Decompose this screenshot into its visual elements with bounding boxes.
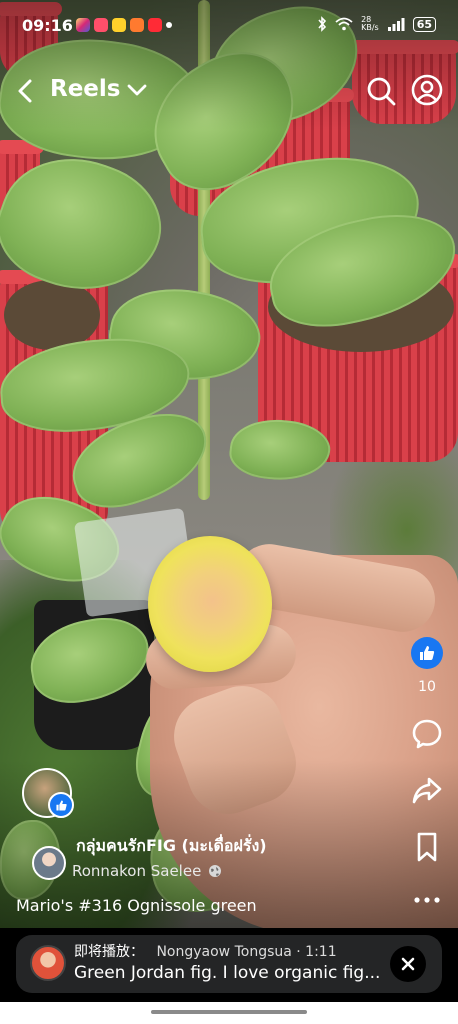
author-name[interactable]: Ronnakon Saelee <box>72 862 201 880</box>
search-icon[interactable] <box>366 76 396 106</box>
app-notification-icon <box>94 18 108 32</box>
like-count: 10 <box>418 679 436 695</box>
group-name[interactable]: กลุ่มคนรักFIG (มะเดื่อฝรั่ง) <box>76 834 267 859</box>
back-arrow-icon[interactable] <box>14 78 38 104</box>
notification-icons <box>76 18 172 32</box>
status-bar: 09:16 28 KB/s 65 <box>0 12 458 40</box>
up-next-meta: 即将播放： Nongyaow Tongsua · 1:11 <box>74 941 337 961</box>
post-caption[interactable]: Mario's #316 Ognissole green <box>16 896 257 915</box>
bookmark-icon[interactable] <box>411 831 443 863</box>
save-action[interactable] <box>404 831 450 863</box>
more-action[interactable] <box>404 884 450 916</box>
up-next-author: Nongyaow Tongsua <box>156 944 292 960</box>
author-avatar[interactable] <box>32 846 66 880</box>
app-notification-icon <box>130 18 144 32</box>
signal-icon <box>387 18 405 31</box>
more-dots-icon[interactable] <box>411 884 443 916</box>
cut-fig-fruit <box>148 536 272 672</box>
up-next-title: Green Jordan fig. I love organic fig... <box>74 963 381 983</box>
like-button[interactable] <box>411 637 443 669</box>
up-next-card[interactable]: 即将播放： Nongyaow Tongsua · 1:11 Green Jord… <box>16 935 442 993</box>
globe-icon <box>209 865 221 877</box>
chevron-down-icon[interactable] <box>126 82 148 98</box>
more-notifications-dot <box>166 22 172 28</box>
app-notification-icon <box>112 18 126 32</box>
share-action[interactable] <box>404 774 450 806</box>
up-next-avatar <box>30 945 66 981</box>
up-next-close-button[interactable] <box>390 946 426 982</box>
instagram-icon <box>76 18 90 32</box>
up-next-duration: · 1:11 <box>296 944 337 960</box>
page-title[interactable]: Reels <box>50 76 120 102</box>
wifi-icon <box>335 17 353 31</box>
reels-header: Reels <box>0 70 458 114</box>
comment-icon[interactable] <box>411 718 443 750</box>
share-icon[interactable] <box>411 774 443 806</box>
close-icon <box>401 957 415 971</box>
app-notification-icon <box>148 18 162 32</box>
bluetooth-icon <box>318 16 327 32</box>
system-icons: 28 KB/s 65 <box>317 16 436 32</box>
pot-soil <box>4 280 100 350</box>
thumbs-up-icon <box>420 646 435 660</box>
network-speed: 28 KB/s <box>361 15 379 32</box>
status-time: 09:16 <box>22 16 73 35</box>
comment-action[interactable] <box>404 718 450 750</box>
thumbs-up-icon <box>55 799 67 811</box>
battery-level: 65 <box>412 16 436 32</box>
profile-icon[interactable] <box>411 74 443 106</box>
group-like-badge <box>48 792 74 818</box>
like-action[interactable]: 10 <box>404 637 450 695</box>
home-indicator[interactable] <box>151 1010 307 1014</box>
up-next-label: 即将播放： <box>74 944 144 960</box>
